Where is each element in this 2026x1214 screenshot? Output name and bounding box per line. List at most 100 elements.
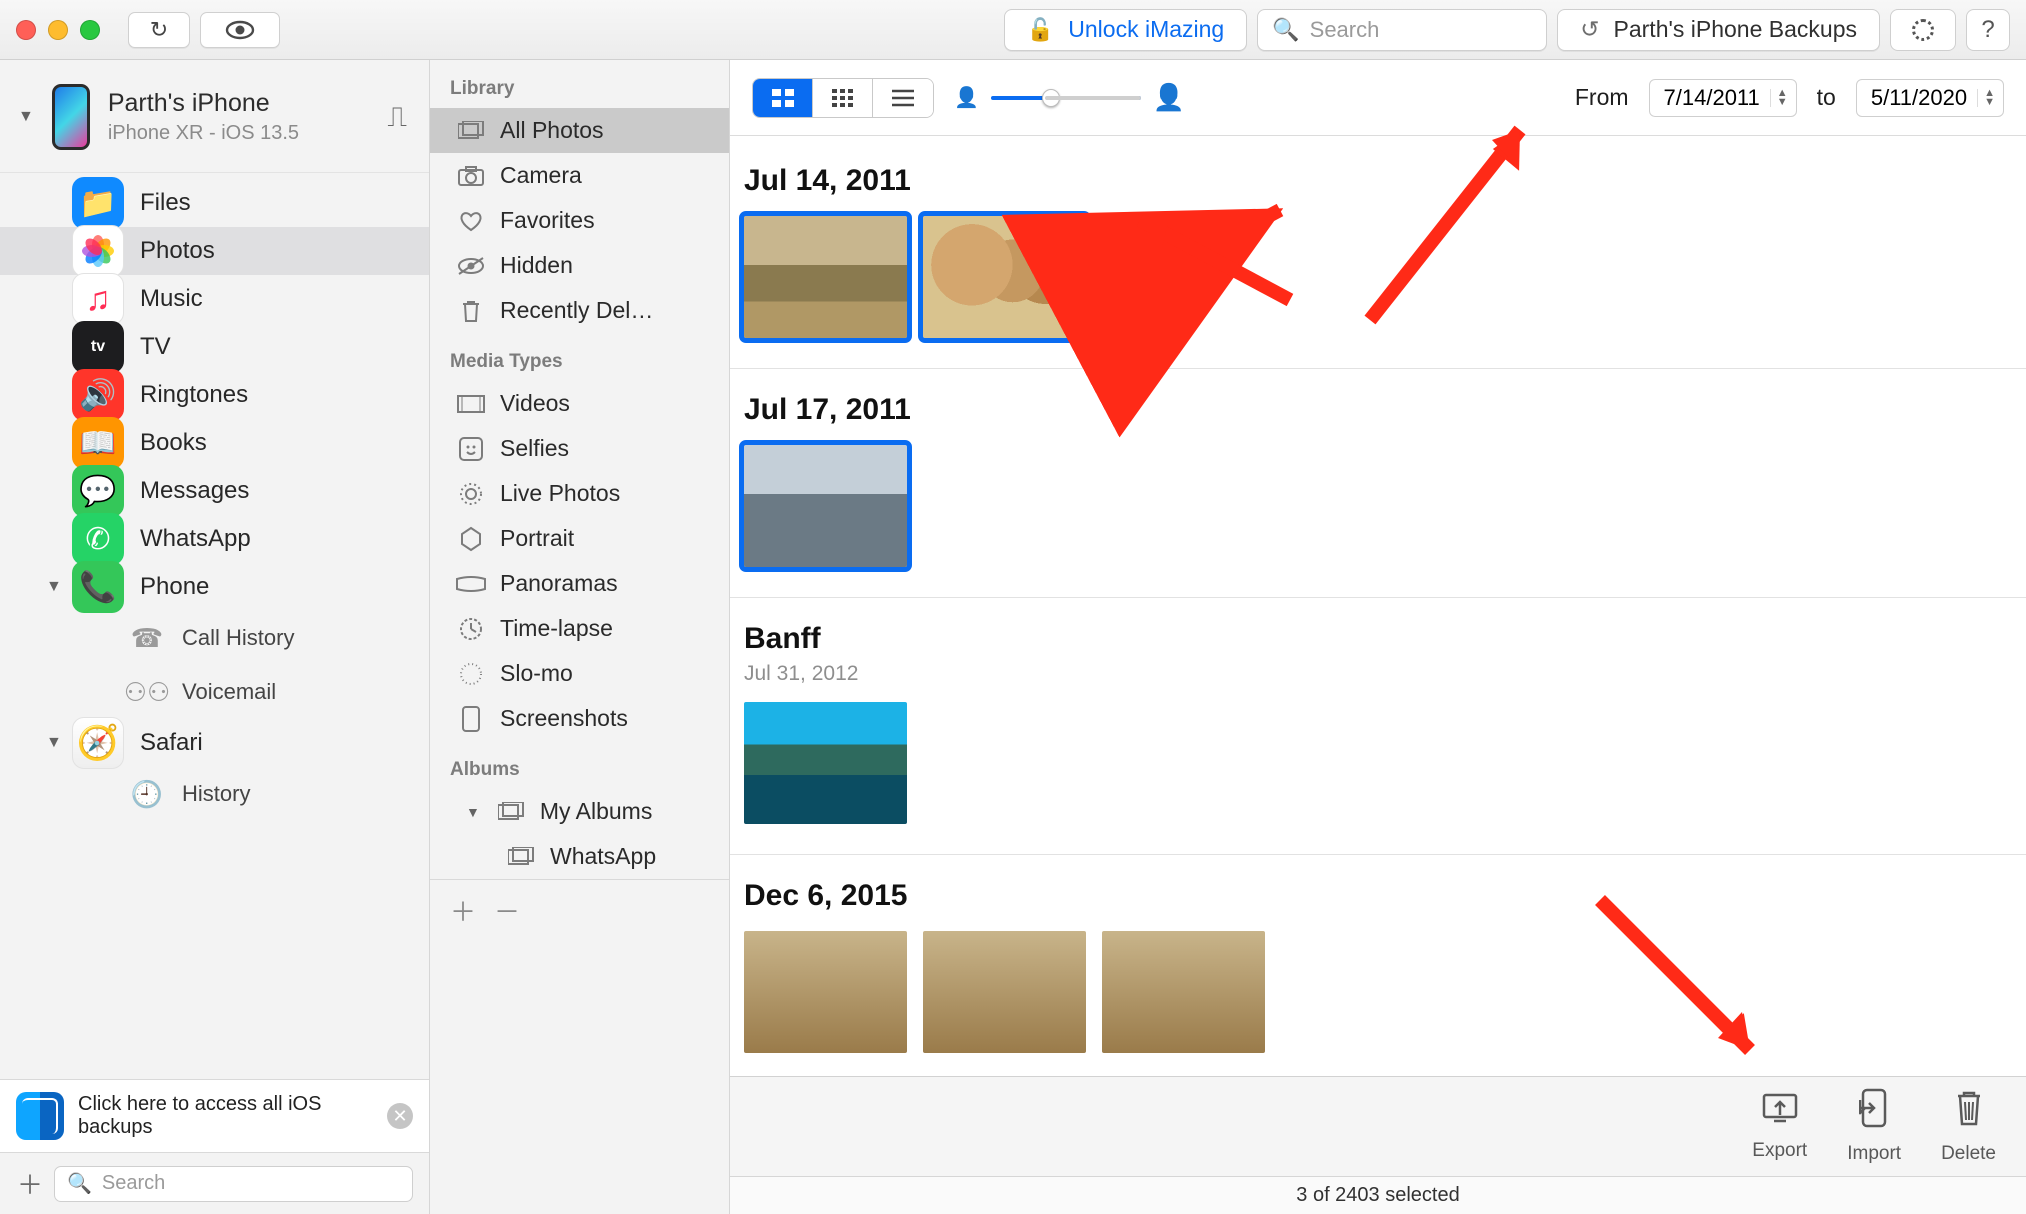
view-grid-small-button[interactable]	[813, 79, 873, 117]
remove-album-button[interactable]: －	[494, 892, 520, 929]
sidebar-item-safari[interactable]: ▼🧭Safari	[0, 719, 429, 767]
sidebar-item-call_history[interactable]: ☎Call History	[0, 611, 429, 665]
library-item-selfies[interactable]: Selfies	[430, 426, 729, 471]
app-label: Call History	[182, 625, 294, 651]
sidebar-item-whatsapp[interactable]: ✆WhatsApp	[0, 515, 429, 563]
add-device-button[interactable]: ＋	[16, 1165, 44, 1202]
library-item-label: WhatsApp	[550, 843, 656, 870]
photo-thumbnail[interactable]	[744, 445, 907, 567]
sidebar-item-photos[interactable]: Photos	[0, 227, 429, 275]
library-item-label: My Albums	[540, 798, 652, 825]
banner-text: Click here to access all iOS backups	[78, 1093, 338, 1139]
device-subtitle: iPhone XR - iOS 13.5	[108, 122, 299, 145]
import-button[interactable]: Import	[1847, 1088, 1901, 1165]
date-from-stepper[interactable]: ▲▼	[1770, 89, 1788, 107]
sidebar-item-voicemail[interactable]: ⚇⚇Voicemail	[0, 665, 429, 719]
sidebar-item-books[interactable]: 📖Books	[0, 419, 429, 467]
device-header[interactable]: ▼ Parth's iPhone iPhone XR - iOS 13.5 ⎍	[0, 60, 429, 173]
photo-thumbnail[interactable]	[744, 216, 907, 338]
library-item-label: Live Photos	[500, 480, 620, 507]
zoom-track[interactable]	[991, 96, 1141, 100]
activity-button[interactable]	[1890, 9, 1956, 51]
help-button[interactable]: ?	[1966, 9, 2010, 51]
backups-button[interactable]: ↺ Parth's iPhone Backups	[1557, 9, 1880, 51]
content-area: 👤 👤 From 7/14/2011 ▲▼ to 5/11/2020 ▲▼ Ju…	[730, 60, 2026, 1214]
library-item-all_photos[interactable]: All Photos	[430, 108, 729, 153]
library-item-live_photos[interactable]: Live Photos	[430, 471, 729, 516]
library-item-panoramas[interactable]: Panoramas	[430, 561, 729, 606]
export-button[interactable]: Export	[1752, 1091, 1807, 1162]
close-window-button[interactable]	[16, 20, 36, 40]
library-item-whatsapp_album[interactable]: WhatsApp	[430, 834, 729, 879]
sidebar-item-ringtones[interactable]: 🔊Ringtones	[0, 371, 429, 419]
search-placeholder: Search	[1310, 17, 1380, 43]
photo-thumbnail[interactable]	[744, 702, 907, 824]
section-header: Albums	[430, 741, 729, 789]
date-from-value: 7/14/2011	[1664, 85, 1760, 111]
view-list-button[interactable]	[873, 79, 933, 117]
history-icon: 🕘	[130, 777, 164, 811]
library-item-favorites[interactable]: Favorites	[430, 198, 729, 243]
sidebar-item-messages[interactable]: 💬Messages	[0, 467, 429, 515]
sidebar-item-tv[interactable]: tvTV	[0, 323, 429, 371]
photo-thumbnail[interactable]	[923, 931, 1086, 1053]
pano-icon	[456, 572, 486, 596]
library-item-hidden[interactable]: Hidden	[430, 243, 729, 288]
photos-icon	[72, 225, 124, 277]
disclosure-triangle-icon[interactable]: ▼	[466, 804, 480, 820]
date-from-field[interactable]: 7/14/2011 ▲▼	[1649, 79, 1797, 117]
whatsapp-icon: ✆	[72, 513, 124, 565]
library-item-videos[interactable]: Videos	[430, 381, 729, 426]
sidebar-item-music[interactable]: ♫Music	[0, 275, 429, 323]
add-album-button[interactable]: ＋	[450, 892, 476, 929]
minimize-window-button[interactable]	[48, 20, 68, 40]
library-item-slomo[interactable]: Slo-mo	[430, 651, 729, 696]
library-item-timelapse[interactable]: Time-lapse	[430, 606, 729, 651]
library-item-portrait[interactable]: Portrait	[430, 516, 729, 561]
eye-off-icon	[456, 254, 486, 278]
photo-thumbnail[interactable]	[1102, 931, 1265, 1053]
device-icon	[52, 84, 90, 150]
view-grid-large-button[interactable]	[753, 79, 813, 117]
disclosure-triangle-icon[interactable]: ▼	[46, 734, 62, 752]
library-item-label: Hidden	[500, 252, 573, 279]
zoom-window-button[interactable]	[80, 20, 100, 40]
device-sidebar: ▼ Parth's iPhone iPhone XR - iOS 13.5 ⎍ …	[0, 60, 430, 1214]
sidebar-item-files[interactable]: 📁Files	[0, 179, 429, 227]
thumbnail-zoom-slider[interactable]: 👤 👤	[954, 82, 1185, 113]
sidebar-search-field[interactable]: 🔍 Search	[54, 1166, 413, 1202]
group-divider	[730, 854, 2026, 855]
sidebar-search-placeholder: Search	[102, 1172, 165, 1195]
reload-button[interactable]: ↻	[128, 12, 190, 48]
sidebar-item-history[interactable]: 🕘History	[0, 767, 429, 821]
library-item-label: Favorites	[500, 207, 595, 234]
app-list: 📁FilesPhotos♫MusictvTV🔊Ringtones📖Books💬M…	[0, 173, 429, 1079]
trash-icon	[1952, 1088, 1986, 1137]
date-to-field[interactable]: 5/11/2020 ▲▼	[1856, 79, 2004, 117]
zoom-knob[interactable]	[1042, 89, 1060, 107]
library-item-my_albums[interactable]: ▼ My Albums	[430, 789, 729, 834]
photo-thumbnail[interactable]	[923, 216, 1086, 338]
disclosure-triangle-icon[interactable]: ▼	[46, 578, 62, 596]
toolbar-search-field[interactable]: 🔍 Search	[1257, 9, 1547, 51]
library-item-camera[interactable]: Camera	[430, 153, 729, 198]
photo-thumbnail[interactable]	[744, 931, 907, 1053]
banner-close-button[interactable]: ✕	[387, 1103, 413, 1129]
library-item-recently_deleted[interactable]: Recently Del…	[430, 288, 729, 333]
voicemail-icon: ⚇⚇	[130, 675, 164, 709]
backup-access-banner[interactable]: Click here to access all iOS backups ✕	[0, 1079, 429, 1152]
tv-icon: tv	[72, 321, 124, 373]
disclosure-triangle-icon[interactable]: ▼	[18, 108, 34, 126]
library-item-label: All Photos	[500, 117, 604, 144]
group-divider	[730, 597, 2026, 598]
live-icon	[456, 482, 486, 506]
date-to-stepper[interactable]: ▲▼	[1977, 89, 1995, 107]
preview-button[interactable]	[200, 12, 280, 48]
photo-grid-scroll[interactable]: Jul 14, 2011Jul 17, 2011BanffJul 31, 201…	[730, 136, 2026, 1076]
thumb-row	[744, 445, 2002, 567]
sidebar-item-phone[interactable]: ▼📞Phone	[0, 563, 429, 611]
library-item-label: Slo-mo	[500, 660, 573, 687]
library-item-screenshots[interactable]: Screenshots	[430, 696, 729, 741]
delete-button[interactable]: Delete	[1941, 1088, 1996, 1165]
unlock-imazing-button[interactable]: 🔓 Unlock iMazing	[1004, 9, 1247, 51]
